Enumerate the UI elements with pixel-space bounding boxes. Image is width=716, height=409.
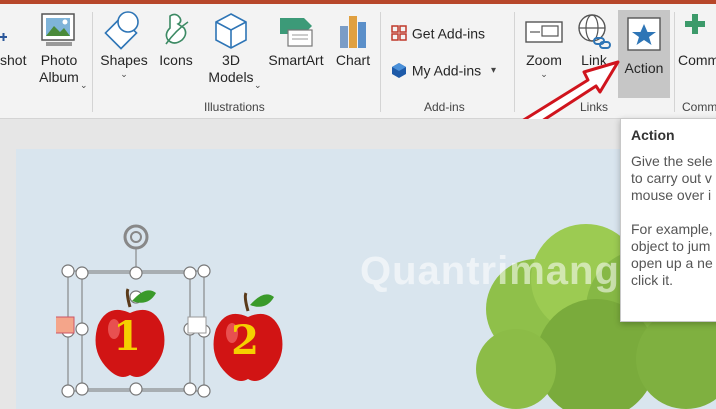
- apple-1[interactable]: 1: [92, 287, 168, 379]
- icons-label: Icons: [159, 52, 193, 68]
- shapes-label: Shapes: [100, 52, 148, 68]
- my-addins-label: My Add-ins: [411, 62, 482, 79]
- my-addins-button[interactable]: My Add-ins ▾: [390, 61, 496, 79]
- comment-button[interactable]: Comm: [678, 8, 716, 69]
- group-label-addins: Add-ins: [424, 100, 465, 114]
- chevron-down-icon: ⌄: [120, 69, 128, 79]
- rotate-handle-icon[interactable]: [123, 224, 149, 250]
- shapes-icon: [104, 11, 139, 50]
- slide: 1 2 Quantrimang: [16, 149, 716, 409]
- icons-button[interactable]: Icons: [154, 8, 198, 69]
- group-divider: [674, 12, 675, 112]
- comment-label: Comm: [678, 52, 716, 68]
- chevron-down-icon: ⌄: [254, 80, 262, 90]
- chart-label: Chart: [335, 52, 371, 68]
- animation-tag-icon: [56, 316, 75, 334]
- chart-button[interactable]: Chart: [330, 8, 376, 69]
- 3d-models-button[interactable]: 3D Models: [200, 8, 262, 86]
- get-addins-label: Get Add-ins: [411, 25, 486, 42]
- smartart-icon: [280, 18, 313, 47]
- apple-2[interactable]: 2: [210, 291, 286, 383]
- photo-album-icon: [41, 13, 75, 46]
- cube-icon: [215, 13, 247, 49]
- bar-chart-icon: [340, 16, 366, 48]
- smartart-button[interactable]: SmartArt: [264, 8, 328, 69]
- group-divider: [92, 12, 93, 112]
- watermark-text: Quantrimang: [360, 249, 620, 293]
- chevron-down-icon: ⌄: [80, 80, 88, 90]
- animation-tag-icon: [187, 316, 207, 334]
- screenshot-button[interactable]: shot: [0, 8, 30, 69]
- shapes-button[interactable]: Shapes ⌄: [96, 8, 152, 79]
- 3d-models-label: 3D Models: [208, 52, 254, 85]
- get-addins-button[interactable]: Get Add-ins: [390, 24, 485, 42]
- slide-canvas: 1 2 Quantrimang: [0, 119, 716, 409]
- photo-album-button[interactable]: Photo Album: [30, 8, 88, 86]
- group-label-comments: Comm: [682, 100, 716, 114]
- action-tooltip: Action Give the sele to carry out v mous…: [620, 118, 716, 322]
- comment-plus-icon: [685, 14, 705, 34]
- group-label-illustrations: Illustrations: [204, 100, 265, 114]
- smartart-label: SmartArt: [268, 52, 324, 68]
- group-divider: [380, 12, 381, 112]
- addin-cube-icon: [390, 61, 408, 79]
- chevron-down-icon: ▾: [491, 64, 497, 76]
- apple-number: 2: [231, 317, 259, 364]
- tooltip-title: Action: [631, 127, 675, 143]
- plus-icon: [0, 33, 7, 41]
- icons-icon: [165, 13, 189, 45]
- apple-number: 1: [113, 313, 141, 360]
- tooltip-description: Give the sele to carry out v mouse over …: [631, 153, 713, 288]
- store-icon: [390, 24, 408, 42]
- screenshot-label: shot: [0, 52, 27, 68]
